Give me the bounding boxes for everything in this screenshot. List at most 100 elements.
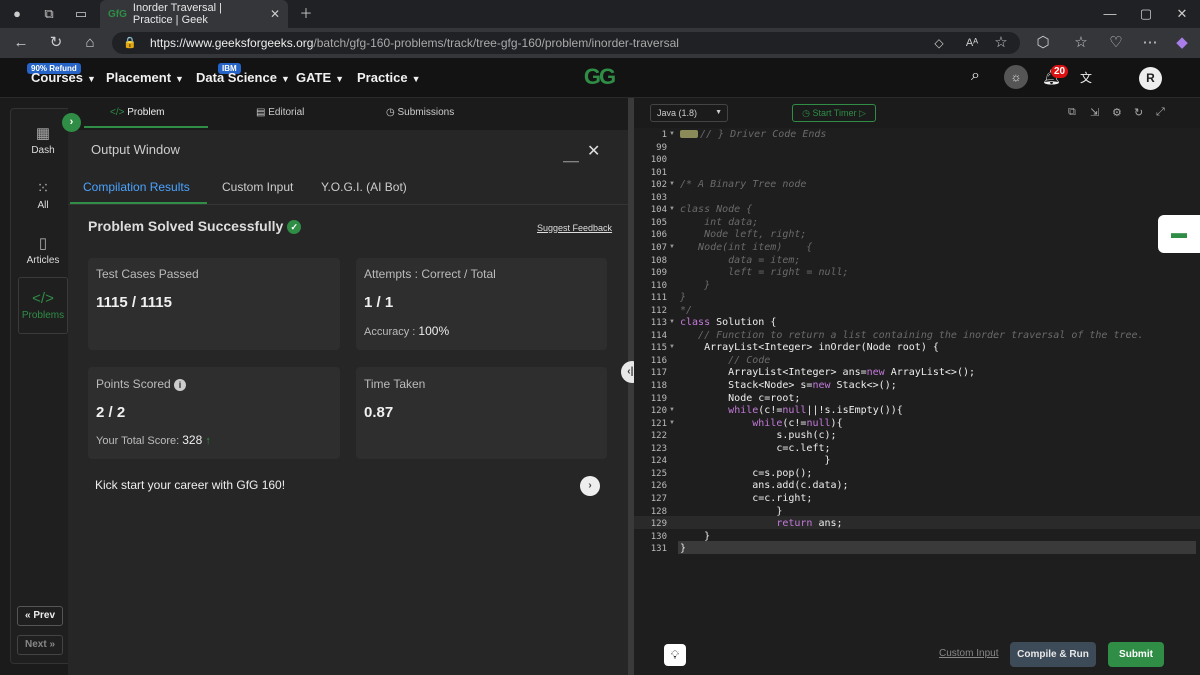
tab-actions-icon[interactable]: ▭ xyxy=(72,5,90,23)
sidebar-item-articles[interactable]: ▯ Articles xyxy=(18,234,68,266)
custom-input-link[interactable]: Custom Input xyxy=(939,648,998,659)
nav-courses[interactable]: Courses ▼ xyxy=(31,70,96,85)
code-line[interactable]: } xyxy=(680,531,710,542)
language-select[interactable]: Java (1.8) ▼ xyxy=(650,104,728,122)
fold-toggle-icon[interactable]: ▼ xyxy=(669,181,675,187)
fullscreen-icon[interactable]: ⤢ xyxy=(1156,106,1165,119)
chevron-right-icon[interactable]: › xyxy=(580,476,600,496)
close-window-icon[interactable]: ✕ xyxy=(1173,5,1191,23)
code-line[interactable]: s.push(c); xyxy=(680,430,836,441)
fold-toggle-icon[interactable]: ▼ xyxy=(669,244,675,250)
code-line[interactable]: c=c.left; xyxy=(680,443,830,454)
fold-toggle-icon[interactable]: ▼ xyxy=(669,344,675,350)
fold-toggle-icon[interactable]: ▼ xyxy=(669,420,675,426)
sidebar-item-problems[interactable]: </> Problems xyxy=(18,277,68,334)
compile-run-button[interactable]: Compile & Run xyxy=(1010,642,1096,667)
code-line[interactable]: int data; xyxy=(680,217,758,228)
refresh-icon[interactable]: ↻ xyxy=(1134,106,1143,119)
start-timer-button[interactable]: ◷ Start Timer ▷ xyxy=(792,104,876,122)
copy-icon[interactable]: ⧉ xyxy=(1068,106,1076,119)
more-menu-icon[interactable]: ⋯ xyxy=(1140,33,1160,53)
chat-icon[interactable]: ▬ xyxy=(1158,215,1200,253)
reset-code-icon[interactable]: ⇲ xyxy=(1090,106,1099,119)
close-output-icon[interactable]: ✕ xyxy=(587,141,600,161)
code-line[interactable]: } xyxy=(680,506,782,517)
minimize-output-icon[interactable]: ＿ xyxy=(563,141,579,165)
lightbulb-icon[interactable]: 💡︎ xyxy=(664,644,686,666)
tab-yogi-ai-bot[interactable]: Y.O.G.I. (AI Bot) xyxy=(321,180,407,194)
folded-code-marker[interactable] xyxy=(680,130,698,138)
nav-gate[interactable]: GATE ▼ xyxy=(296,70,344,85)
fold-toggle-icon[interactable]: ▼ xyxy=(669,131,675,137)
code-line[interactable]: } xyxy=(680,543,686,554)
code-line[interactable]: ArrayList<Integer> inOrder(Node root) { xyxy=(680,342,939,353)
prev-button[interactable]: « Prev xyxy=(17,606,63,626)
read-aloud-icon[interactable]: Aᴬ xyxy=(962,33,982,53)
close-tab-icon[interactable]: ✕ xyxy=(270,7,280,21)
code-line[interactable]: // } Driver Code Ends xyxy=(700,129,826,140)
site-info-icon[interactable]: 🔒 xyxy=(120,33,140,53)
browser-tab[interactable]: GfG Inorder Traversal | Practice | Geek … xyxy=(100,0,288,28)
tab-editorial[interactable]: ▤ Editorial xyxy=(256,107,304,118)
sidebar-item-all[interactable]: ⁙ All xyxy=(18,179,68,211)
nav-data-science[interactable]: Data Science ▼ xyxy=(196,70,290,85)
code-line[interactable]: } xyxy=(680,280,710,291)
tab-submissions[interactable]: ◷ Submissions xyxy=(386,107,454,118)
new-tab-icon[interactable]: ＋ xyxy=(297,5,315,23)
fold-toggle-icon[interactable]: ▼ xyxy=(669,206,675,212)
maximize-window-icon[interactable]: ▢ xyxy=(1137,5,1155,23)
suggest-feedback-link[interactable]: Suggest Feedback xyxy=(537,223,612,233)
code-line[interactable]: // Function to return a list containing … xyxy=(680,330,1144,341)
profile-icon[interactable]: ● xyxy=(8,5,26,23)
code-line[interactable]: left = right = null; xyxy=(680,267,848,278)
fold-toggle-icon[interactable]: ▼ xyxy=(669,407,675,413)
code-line[interactable]: c=s.pop(); xyxy=(680,468,812,479)
submit-button[interactable]: Submit xyxy=(1108,642,1164,667)
fold-toggle-icon[interactable]: ▼ xyxy=(669,319,675,325)
search-icon[interactable]: ⌕ xyxy=(971,67,980,85)
home-icon[interactable]: ⌂ xyxy=(80,33,100,53)
code-line[interactable]: while(c!=null||!s.isEmpty()){ xyxy=(680,405,903,416)
refresh-icon[interactable]: ↻ xyxy=(46,33,66,53)
favorites-icon[interactable]: ☆ xyxy=(1071,33,1091,53)
code-line[interactable]: Node(int item) { xyxy=(680,242,812,253)
expand-sidebar-icon[interactable]: › xyxy=(62,113,81,132)
code-line[interactable]: /* A Binary Tree node xyxy=(680,179,806,190)
code-line[interactable]: // Code xyxy=(680,355,770,366)
code-line[interactable]: Stack<Node> s=new Stack<>(); xyxy=(680,380,897,391)
gfg-logo[interactable]: GG xyxy=(573,64,625,89)
tab-custom-input[interactable]: Custom Input xyxy=(222,180,293,194)
code-line[interactable]: while(c!=null){ xyxy=(680,418,842,429)
favorite-star-icon[interactable]: ☆ xyxy=(991,33,1011,53)
back-icon[interactable]: ← xyxy=(11,33,31,53)
tab-problem[interactable]: </> Problem xyxy=(110,107,165,118)
avatar[interactable]: R xyxy=(1139,67,1162,90)
address-bar[interactable]: https://www.geeksforgeeks.org/batch/gfg-… xyxy=(112,32,1020,54)
theme-toggle-icon[interactable]: ☼ xyxy=(1004,65,1028,89)
code-line[interactable]: class Node { xyxy=(680,204,752,215)
code-line[interactable]: data = item; xyxy=(680,255,800,266)
next-button[interactable]: Next » xyxy=(17,635,63,655)
code-line[interactable]: return ans; xyxy=(680,518,842,529)
workspaces-icon[interactable]: ⧉ xyxy=(40,5,58,23)
tab-compilation-results[interactable]: Compilation Results xyxy=(83,180,190,194)
performance-icon[interactable]: ♡ xyxy=(1106,33,1126,53)
code-line[interactable]: Node c=root; xyxy=(680,393,800,404)
minimize-window-icon[interactable]: — xyxy=(1101,5,1119,23)
code-line[interactable]: } xyxy=(680,292,686,303)
code-line[interactable]: } xyxy=(680,455,830,466)
code-line[interactable]: Node left, right; xyxy=(680,229,806,240)
sidebar-item-dash[interactable]: ▦ Dash xyxy=(18,124,68,156)
code-line[interactable]: ans.add(c.data); xyxy=(680,480,848,491)
copilot-icon[interactable]: ◆ xyxy=(1172,33,1192,53)
extensions-icon[interactable]: ⬡ xyxy=(1033,33,1053,53)
nav-practice[interactable]: Practice ▼ xyxy=(357,70,421,85)
nav-placement[interactable]: Placement ▼ xyxy=(106,70,184,85)
code-line[interactable]: c=c.right; xyxy=(680,493,812,504)
code-line[interactable]: ArrayList<Integer> ans=new ArrayList<>()… xyxy=(680,367,975,378)
code-line[interactable]: */ xyxy=(680,305,692,316)
settings-icon[interactable]: ⚙ xyxy=(1112,106,1122,119)
translate-icon[interactable]: 文 xyxy=(1080,69,1092,86)
info-icon[interactable]: i xyxy=(174,379,187,391)
code-line[interactable]: class Solution { xyxy=(680,317,776,328)
